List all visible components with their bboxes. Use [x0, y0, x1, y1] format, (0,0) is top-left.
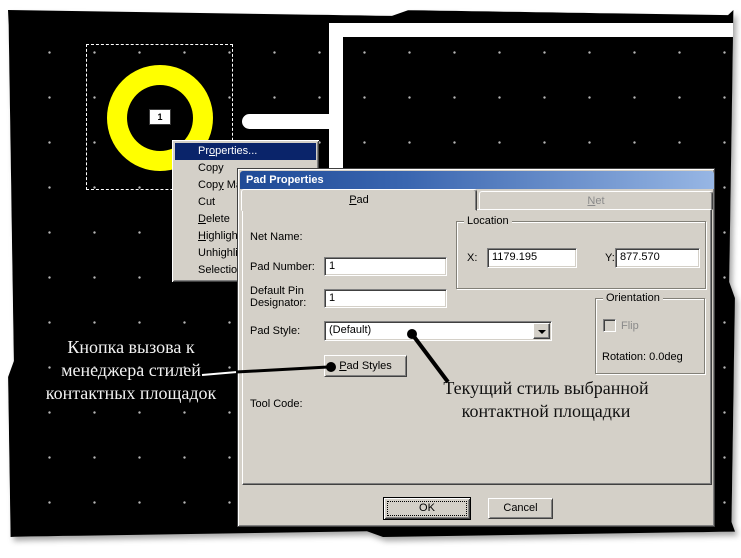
cancel-button[interactable]: Cancel — [488, 498, 553, 519]
copper-trace-top — [329, 23, 735, 37]
dialog-title: Pad Properties — [246, 174, 324, 186]
tab-net[interactable]: Net — [479, 191, 713, 210]
copper-trace-stub — [242, 114, 334, 129]
annotation-right-line2: контактной площадки — [461, 401, 631, 421]
tab-pad[interactable]: Pad — [241, 189, 477, 211]
annotation-right: Текущий стиль выбранной контактной площа… — [412, 377, 680, 423]
ok-button[interactable]: OK — [383, 497, 471, 520]
menu-item-properties[interactable]: Properties... — [175, 143, 316, 160]
cancel-button-label: Cancel — [503, 502, 538, 514]
annotation-left-line3: контактных площадок — [45, 383, 217, 403]
copper-trace-vertical — [329, 23, 343, 169]
dialog-titlebar[interactable]: Pad Properties — [240, 171, 714, 189]
annotation-left-line2: менеджера стилей — [61, 360, 201, 380]
page: 1 Кнопка вызова к менеджера стилей конта… — [0, 0, 741, 558]
annotation-right-line1: Текущий стиль выбранной — [443, 378, 649, 398]
pcb-editor-region: 1 Кнопка вызова к менеджера стилей конта… — [8, 10, 735, 537]
screenshot-shadow: 1 Кнопка вызова к менеджера стилей конта… — [8, 10, 735, 537]
ok-button-label: OK — [419, 502, 435, 514]
tab-page — [242, 209, 712, 485]
pad-properties-dialog: Pad Properties Net Pad Net Name: Pad Num… — [237, 168, 715, 527]
annotation-left-line1: Кнопка вызова к — [67, 337, 195, 357]
pad-number-marker: 1 — [149, 109, 171, 125]
annotation-left: Кнопка вызова к менеджера стилей контакт… — [18, 336, 244, 405]
